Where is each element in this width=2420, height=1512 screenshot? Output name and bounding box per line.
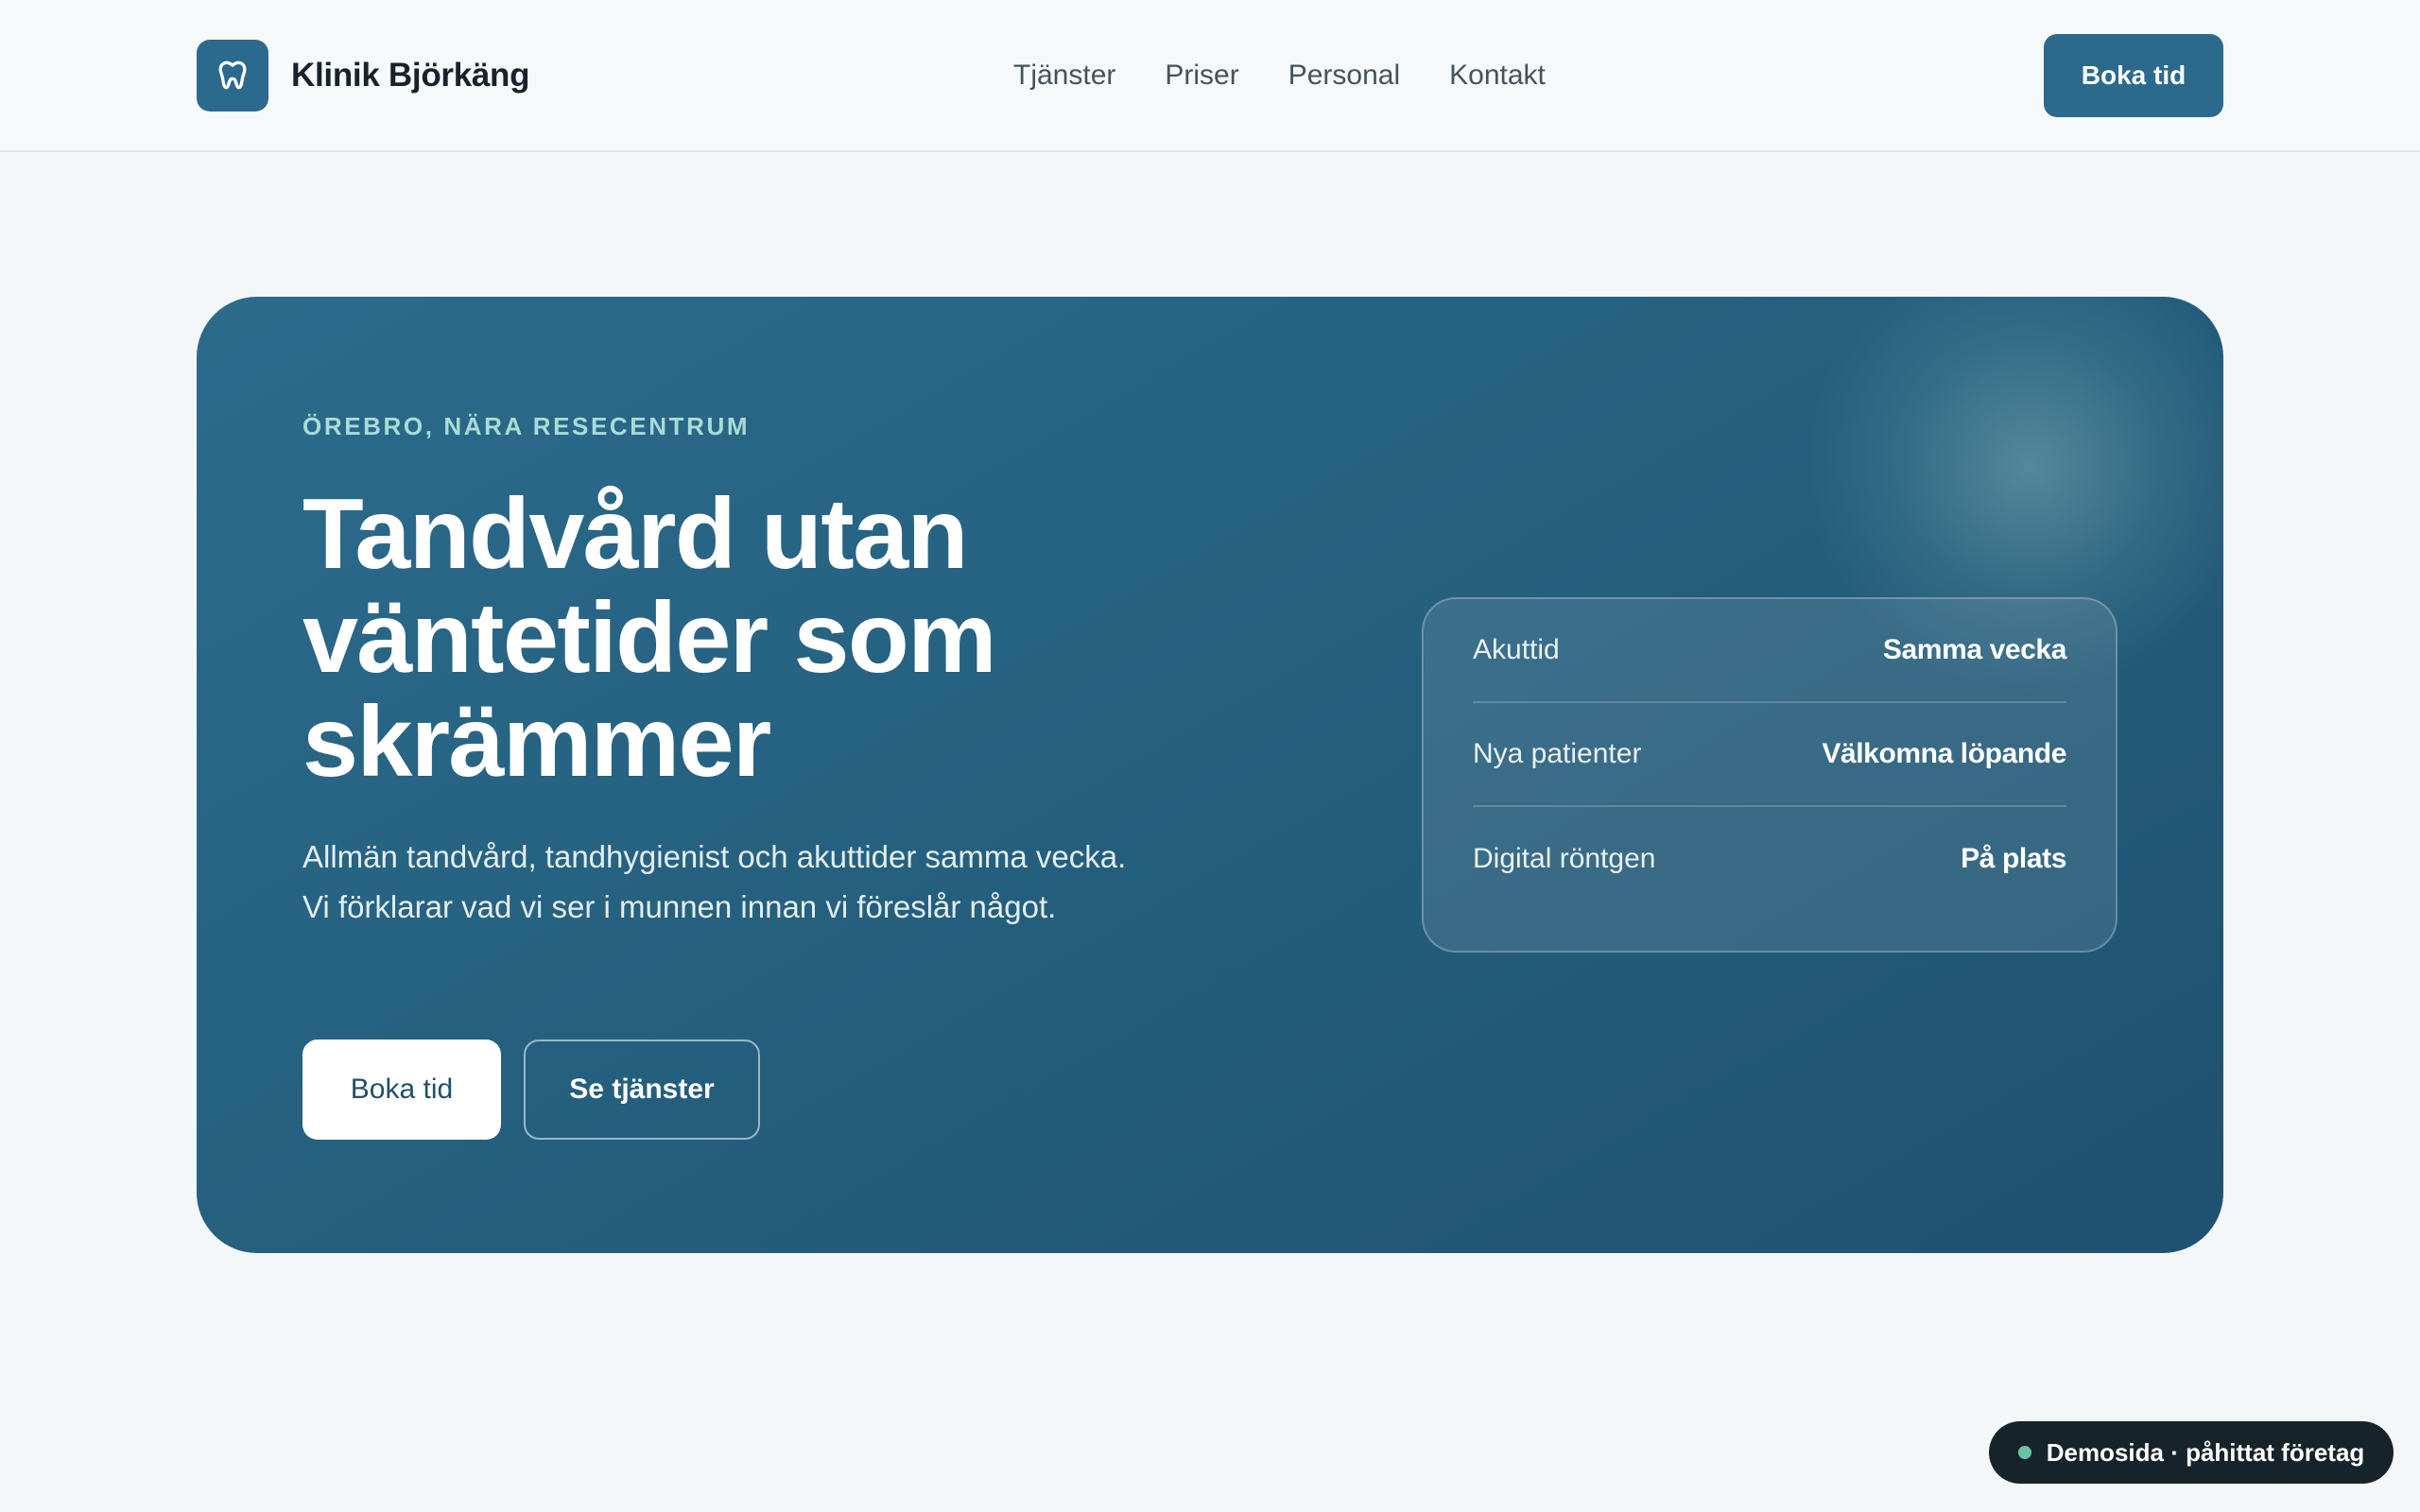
hero-book-button[interactable]: Boka tid	[302, 1040, 501, 1140]
nav-item-priser[interactable]: Priser	[1165, 60, 1238, 92]
info-label: Nya patienter	[1473, 738, 1642, 769]
demo-badge-text: Demosida · påhittat företag	[2046, 1437, 2365, 1467]
hero-eyebrow: ÖREBRO, NÄRA RESECENTRUM	[302, 412, 751, 440]
info-row-akuttid: Akuttid Samma vecka	[1473, 599, 2066, 703]
hero-section: ÖREBRO, NÄRA RESECENTRUM Tandvård utan v…	[197, 297, 2223, 1253]
demo-badge: Demosida · påhittat företag	[1989, 1421, 2394, 1484]
status-dot-icon	[2017, 1446, 2031, 1459]
info-label: Digital röntgen	[1473, 843, 1656, 874]
nav-item-personal[interactable]: Personal	[1288, 60, 1400, 92]
info-value: På plats	[1961, 843, 2066, 874]
brand-name: Klinik Björkäng	[291, 57, 530, 94]
info-row-nya-patienter: Nya patienter Välkomna löpande	[1473, 703, 2066, 807]
main-nav: Tjänster Priser Personal Kontakt	[1013, 52, 1546, 99]
hero-title: Tandvård utan väntetider som skrämmer	[302, 482, 1153, 794]
hero-title-line: Tandvård utan	[302, 478, 968, 590]
info-row-digital-rontgen: Digital röntgen På plats	[1473, 807, 2066, 911]
info-value: Välkomna löpande	[1822, 738, 2066, 769]
nav-item-tjanster[interactable]: Tjänster	[1013, 60, 1115, 92]
hero-services-button[interactable]: Se tjänster	[524, 1040, 760, 1140]
hero-title-line: skrämmer	[302, 686, 771, 798]
hero-title-line: väntetider som	[302, 582, 997, 694]
info-value: Samma vecka	[1882, 634, 2066, 665]
brand-logo-link[interactable]: Klinik Björkäng	[197, 40, 530, 112]
info-card: Akuttid Samma vecka Nya patienter Välkom…	[1422, 597, 2118, 953]
info-label: Akuttid	[1473, 634, 1560, 665]
nav-item-kontakt[interactable]: Kontakt	[1449, 60, 1546, 92]
tooth-icon	[197, 40, 268, 112]
header-book-button[interactable]: Boka tid	[2044, 34, 2223, 117]
hero-lead: Allmän tandvård, tandhygienist och akutt…	[302, 839, 1127, 924]
site-header: Klinik Björkäng Tjänster Priser Personal…	[0, 0, 2420, 152]
